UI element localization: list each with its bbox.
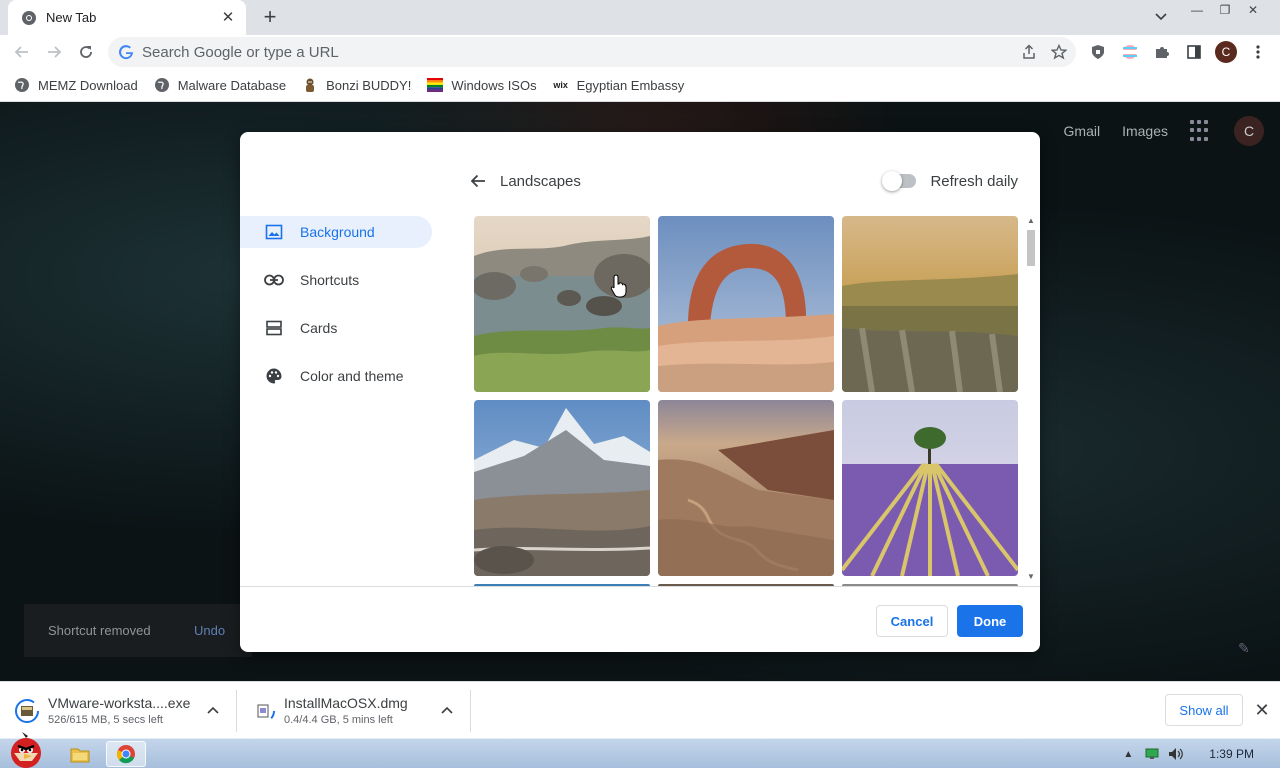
link-icon <box>264 270 284 290</box>
gmail-link[interactable]: Gmail <box>1064 123 1101 139</box>
background-image-grid <box>474 216 1022 586</box>
bookmark-star-icon[interactable] <box>1046 39 1072 65</box>
window-controls: — ❐ ✕ <box>1183 0 1267 22</box>
shield-extension-icon[interactable] <box>1085 39 1111 65</box>
back-icon[interactable] <box>9 39 35 65</box>
download-status: 0.4/4.4 GB, 5 mins left <box>284 714 393 726</box>
chevron-up-icon[interactable] <box>205 702 221 718</box>
image-icon <box>264 222 284 242</box>
customize-pencil-icon[interactable]: ✎ <box>1238 640 1250 657</box>
forward-icon[interactable] <box>41 39 67 65</box>
rainbow-flag-icon <box>427 77 444 93</box>
toolbar: Search Google or type a URL C <box>0 35 1280 69</box>
menu-icon[interactable] <box>1245 39 1271 65</box>
network-icon[interactable] <box>1143 745 1161 763</box>
globe-icon <box>14 77 30 93</box>
refresh-daily-label: Refresh daily <box>930 172 1018 190</box>
download-separator <box>470 690 471 732</box>
close-window-icon[interactable]: ✕ <box>1239 0 1267 20</box>
share-icon[interactable] <box>1016 39 1042 65</box>
palette-icon <box>264 366 284 386</box>
done-button[interactable]: Done <box>957 605 1023 637</box>
tab-title: New Tab <box>46 10 97 25</box>
chevron-up-icon[interactable] <box>439 702 455 718</box>
background-tile-rocky-lake[interactable] <box>474 216 650 392</box>
bonzi-icon <box>302 77 318 93</box>
sidebar-item-color-and-theme[interactable]: Color and theme <box>240 360 432 392</box>
restore-icon[interactable]: ❐ <box>1211 0 1239 20</box>
chrome-icon <box>22 10 36 25</box>
sidebar-item-cards[interactable]: Cards <box>240 312 432 344</box>
windows-taskbar: ▲ 1:39 PM <box>0 732 1280 768</box>
tab-strip: New Tab ✕ + — ❐ ✕ <box>0 0 1280 35</box>
new-tab-button[interactable]: + <box>258 6 282 30</box>
installer-file-icon <box>14 698 40 724</box>
download-status: 526/615 MB, 5 secs left <box>48 714 163 726</box>
bookmarks-bar: MEMZ Download Malware Database Bonzi BUD… <box>0 69 1280 102</box>
tab-new-tab[interactable]: New Tab ✕ <box>8 0 246 35</box>
google-icon <box>119 45 133 60</box>
google-apps-icon[interactable] <box>1190 120 1212 142</box>
close-download-shelf-icon[interactable]: ✕ <box>1252 700 1272 720</box>
background-tile-snowy-mountain[interactable] <box>474 400 650 576</box>
globe-icon <box>154 77 170 93</box>
grid-scrollbar[interactable]: ▲ ▼ <box>1026 216 1036 586</box>
back-arrow-icon[interactable] <box>468 171 488 191</box>
flag-extension-icon[interactable] <box>1117 39 1143 65</box>
hand-cursor-icon <box>610 274 627 298</box>
start-button-angry-bird-icon[interactable] <box>2 731 48 768</box>
sidebar-item-background[interactable]: Background <box>240 216 432 248</box>
show-all-downloads-button[interactable]: Show all <box>1165 694 1243 726</box>
toast-message: Shortcut removed <box>48 623 151 638</box>
bookmark-bonzi-buddy[interactable]: Bonzi BUDDY! <box>302 77 411 93</box>
customize-sidebar: Background Shortcuts Cards Color and the… <box>240 216 440 408</box>
side-panel-icon[interactable] <box>1181 39 1207 65</box>
background-tile-desert-canyon[interactable] <box>658 400 834 576</box>
cards-icon <box>264 318 284 338</box>
bookmark-egyptian-embassy[interactable]: wix Egyptian Embassy <box>553 77 684 93</box>
scroll-up-arrow-icon[interactable]: ▲ <box>1026 216 1036 226</box>
ntp-top-links: Gmail Images C <box>1064 116 1264 146</box>
undo-button[interactable]: Undo <box>194 623 225 638</box>
tab-search-icon[interactable] <box>1150 6 1172 28</box>
download-item-installmacosx[interactable]: InstallMacOSX.dmg 0.4/4.4 GB, 5 mins lef… <box>236 682 470 739</box>
sidebar-item-shortcuts[interactable]: Shortcuts <box>240 264 432 296</box>
cancel-button[interactable]: Cancel <box>876 605 948 637</box>
collection-header: Landscapes Refresh daily <box>468 168 1018 194</box>
bookmark-memz[interactable]: MEMZ Download <box>14 77 138 93</box>
background-tile-lavender-field[interactable] <box>842 400 1018 576</box>
scroll-down-arrow-icon[interactable]: ▼ <box>1026 572 1036 582</box>
dmg-file-icon <box>250 698 276 724</box>
scrollbar-thumb[interactable] <box>1027 230 1035 266</box>
background-tile-delicate-arch[interactable] <box>658 216 834 392</box>
ntp-account-avatar[interactable]: C <box>1234 116 1264 146</box>
bookmark-malware-database[interactable]: Malware Database <box>154 77 286 93</box>
tray-expand-icon[interactable]: ▲ <box>1119 745 1137 763</box>
extensions-puzzle-icon[interactable] <box>1149 39 1175 65</box>
volume-icon[interactable] <box>1167 745 1185 763</box>
minimize-icon[interactable]: — <box>1183 0 1211 20</box>
refresh-daily-toggle[interactable] <box>882 171 917 191</box>
close-tab-icon[interactable]: ✕ <box>220 9 236 26</box>
background-tile-canyon-sunset[interactable] <box>842 216 1018 392</box>
wix-icon: wix <box>553 80 568 90</box>
download-filename: InstallMacOSX.dmg <box>284 695 408 711</box>
omnibox[interactable]: Search Google or type a URL <box>108 37 1076 67</box>
taskbar-explorer-icon[interactable] <box>60 741 100 767</box>
taskbar-clock[interactable]: 1:39 PM <box>1209 747 1254 761</box>
taskbar-chrome-icon[interactable] <box>106 741 146 767</box>
download-shelf: VMware-worksta....exe 526/615 MB, 5 secs… <box>0 681 1280 738</box>
customize-dialog: Background Shortcuts Cards Color and the… <box>240 132 1040 652</box>
download-filename: VMware-worksta....exe <box>48 695 191 711</box>
reload-icon[interactable] <box>73 39 99 65</box>
images-link[interactable]: Images <box>1122 123 1168 139</box>
bookmark-windows-isos[interactable]: Windows ISOs <box>427 77 537 93</box>
collection-title: Landscapes <box>500 172 581 190</box>
dialog-footer: Cancel Done <box>240 586 1040 652</box>
profile-avatar[interactable]: C <box>1213 39 1239 65</box>
omnibox-placeholder[interactable]: Search Google or type a URL <box>142 44 1016 61</box>
shortcut-removed-toast: Shortcut removed Undo <box>24 604 252 657</box>
system-tray: ▲ 1:39 PM <box>1113 739 1280 768</box>
